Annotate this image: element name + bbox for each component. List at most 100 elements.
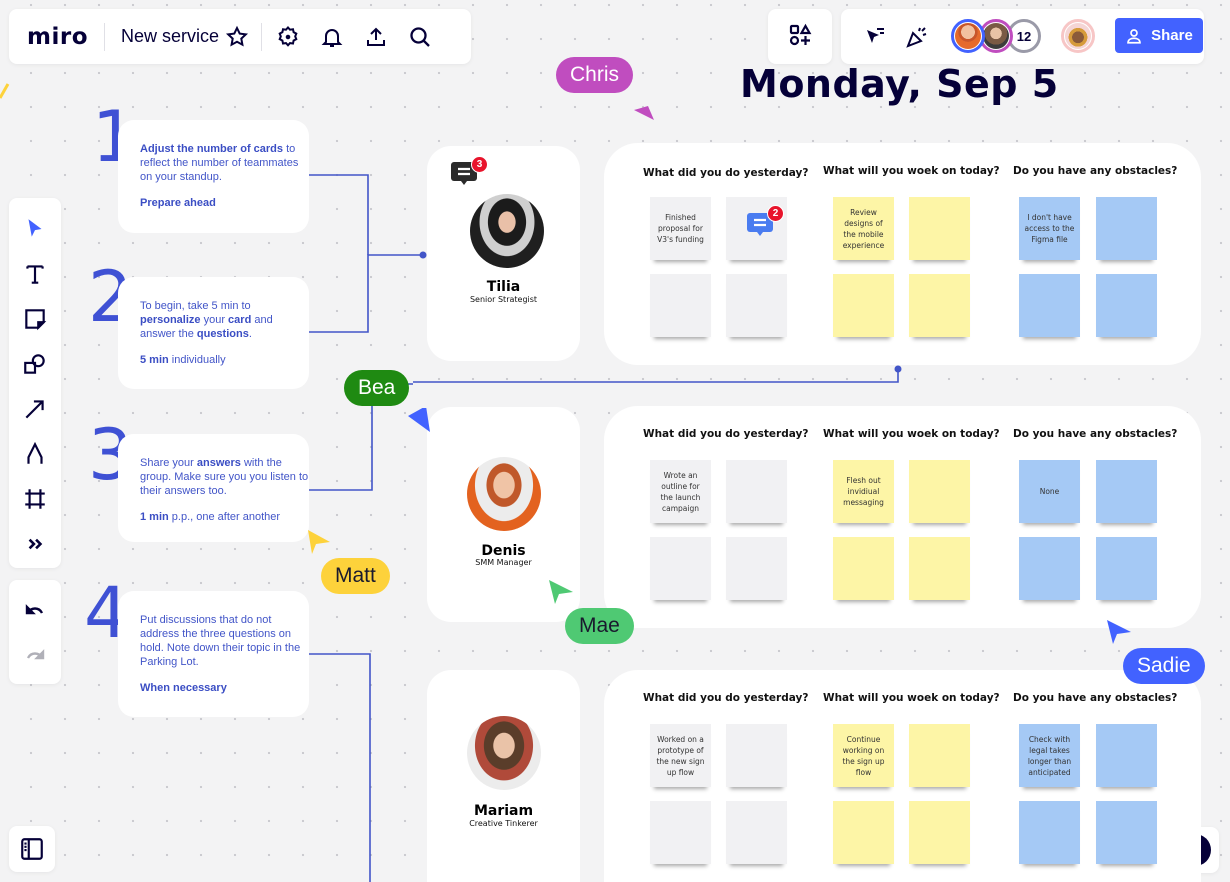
sticky-note-today[interactable]: [909, 460, 970, 523]
frame-icon: [25, 488, 45, 509]
step-body: To begin, take 5 min to: [140, 300, 251, 312]
apps-button[interactable]: [768, 9, 832, 64]
person-name: Tilia: [486, 279, 521, 295]
shapes-tool[interactable]: [15, 341, 55, 386]
sticky-note-yesterday[interactable]: Finished proposal for V3's funding: [650, 197, 711, 260]
person-card-tilia[interactable]: 3 Tilia Senior Strategist: [427, 146, 580, 361]
star-icon[interactable]: [223, 19, 251, 55]
comment-count-badge: 3: [471, 156, 488, 173]
sticky-note-today[interactable]: Review designs of the mobile experience: [833, 197, 894, 260]
sticky-note-obstacles[interactable]: Check with legal takes longer than antic…: [1019, 724, 1080, 787]
cursor-arrow-matt: [308, 530, 330, 554]
redo-button[interactable]: [15, 633, 55, 678]
frame-tool[interactable]: [15, 476, 55, 521]
sticky-note-today[interactable]: [909, 274, 970, 337]
step-card-1[interactable]: Adjust the number of cards to reflect th…: [118, 120, 309, 233]
step-body: .: [248, 328, 252, 340]
sticky-note-today[interactable]: [909, 537, 970, 600]
step-card-2[interactable]: To begin, take 5 min to personalize your…: [118, 277, 309, 389]
sticky-note-obstacles[interactable]: [1096, 274, 1157, 337]
sticky-note-obstacles[interactable]: [1096, 537, 1157, 600]
step-timing: Prepare ahead: [140, 196, 309, 210]
sticky-note-today[interactable]: [833, 801, 894, 864]
cursor-arrow-sadie: [1107, 620, 1131, 644]
question-heading: Do you have any obstacles?: [1013, 692, 1178, 704]
sticky-note-yesterday[interactable]: [726, 537, 787, 600]
sidebar-toggle-button[interactable]: [9, 826, 55, 872]
board-name[interactable]: New service: [121, 26, 219, 47]
step-bold: card: [228, 314, 252, 326]
step-card-4[interactable]: Put discussions that do not address the …: [118, 591, 309, 717]
more-tools-button[interactable]: [15, 521, 55, 566]
avatar-photo: [1065, 23, 1091, 49]
undo-button[interactable]: [15, 588, 55, 633]
connector-step1: [309, 174, 369, 255]
connector-dot: [894, 365, 902, 373]
standup-row-denis[interactable]: What did you do yesterday? Wrote an outli…: [604, 406, 1201, 628]
step-timing-text: individually: [168, 354, 226, 366]
sticky-note-today[interactable]: Continue working on the sign up flow: [833, 724, 894, 787]
avatar-photo: [983, 23, 1009, 49]
search-icon[interactable]: [402, 19, 438, 55]
sticky-note-yesterday[interactable]: [726, 801, 787, 864]
sticky-note-yesterday[interactable]: [726, 460, 787, 523]
celebrate-party-icon[interactable]: [899, 19, 935, 55]
person-card-mariam[interactable]: Mariam Creative Tinkerer: [427, 670, 580, 882]
sticky-note-obstacles[interactable]: [1096, 197, 1157, 260]
connector-step4: [309, 653, 371, 882]
undo-redo-panel: [9, 580, 61, 684]
sticky-note-obstacles[interactable]: [1096, 460, 1157, 523]
divider: [261, 22, 263, 51]
person-name: Mariam: [473, 803, 534, 819]
cursor-label-bea: Bea: [344, 370, 410, 406]
bell-icon[interactable]: [314, 19, 350, 55]
sticky-note-yesterday[interactable]: Worked on a prototype of the new sign up…: [650, 724, 711, 787]
sticky-note-obstacles[interactable]: [1096, 724, 1157, 787]
standup-row-mariam[interactable]: What did you do yesterday? Worked on a pr…: [604, 670, 1201, 882]
sticky-note-obstacles[interactable]: None: [1019, 460, 1080, 523]
sticky-note-obstacles[interactable]: [1019, 274, 1080, 337]
sticky-note-yesterday[interactable]: [650, 801, 711, 864]
settings-gear-icon[interactable]: [270, 19, 306, 55]
person-role: Senior Strategist: [469, 295, 538, 304]
sticky-note-today[interactable]: [833, 274, 894, 337]
sticky-note-yesterday[interactable]: Wrote an outline for the launch campaign: [650, 460, 711, 523]
sticky-note-obstacles[interactable]: I don't have access to the Figma file: [1019, 197, 1080, 260]
sticky-note-today[interactable]: Flesh out invidiual messaging: [833, 460, 894, 523]
sticky-note-obstacles[interactable]: [1019, 801, 1080, 864]
double-chevron-right-icon: [28, 538, 43, 549]
sticky-note-obstacles[interactable]: [1096, 801, 1157, 864]
standup-row-tilia[interactable]: What did you do yesterday? Finished propo…: [604, 143, 1201, 365]
current-user-avatar[interactable]: [1061, 19, 1095, 53]
upload-icon[interactable]: [358, 19, 394, 55]
sticky-note-today[interactable]: [909, 801, 970, 864]
sticky-note-obstacles[interactable]: [1019, 537, 1080, 600]
person-photo: [467, 716, 541, 790]
comment-indicator[interactable]: 3: [449, 156, 488, 192]
share-button[interactable]: Share: [1115, 18, 1203, 53]
sticky-note-today[interactable]: [833, 537, 894, 600]
sticky-note-yesterday[interactable]: [726, 274, 787, 337]
question-heading: Do you have any obstacles?: [1013, 428, 1178, 440]
select-tool[interactable]: [15, 206, 55, 251]
sticky-comment-indicator[interactable]: 2: [745, 205, 784, 243]
sticky-note-tool[interactable]: [15, 296, 55, 341]
sticky-note-yesterday[interactable]: [650, 274, 711, 337]
step-card-3[interactable]: Share your answers with the group. Make …: [118, 434, 309, 542]
arrow-tool[interactable]: [15, 386, 55, 431]
sticky-note-today[interactable]: [909, 724, 970, 787]
question-heading: What did you do yesterday?: [643, 167, 809, 179]
cursor-filter-icon[interactable]: [857, 19, 893, 55]
sticky-note-yesterday[interactable]: [650, 537, 711, 600]
comment-count-badge: 2: [767, 205, 784, 222]
text-tool[interactable]: [15, 251, 55, 296]
sticky-note-yesterday[interactable]: [726, 724, 787, 787]
cursor-arrow-offscreen: [0, 83, 10, 99]
sticky-note-today[interactable]: [909, 197, 970, 260]
shapes-plus-icon: [788, 23, 812, 51]
step-body: your: [200, 314, 229, 326]
collaborator-avatar[interactable]: [951, 19, 985, 53]
miro-logo[interactable]: miro: [27, 24, 88, 50]
pen-icon: [27, 441, 43, 464]
pen-tool[interactable]: [15, 431, 55, 476]
